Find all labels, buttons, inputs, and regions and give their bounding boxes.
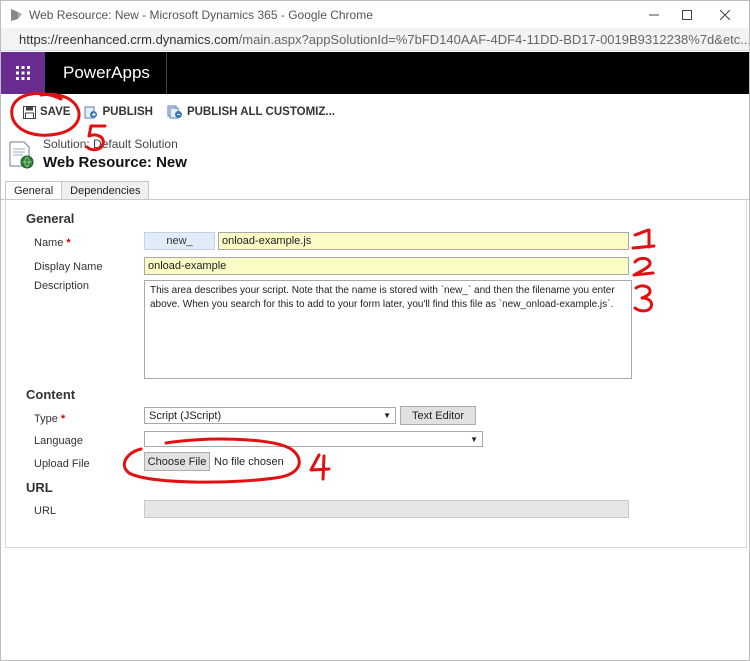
- required-marker: *: [66, 237, 71, 249]
- choose-file-button[interactable]: Choose File: [144, 452, 210, 471]
- display-name-label: Display Name: [34, 261, 103, 273]
- web-resource-document-icon: [9, 141, 34, 169]
- window-titlebar: Web Resource: New - Microsoft Dynamics 3…: [1, 1, 749, 28]
- record-header: Solution: Default Solution Web Resource:…: [7, 134, 407, 174]
- publish-label: PUBLISH: [102, 106, 153, 118]
- save-button[interactable]: SAVE: [23, 100, 70, 124]
- publish-all-icon: [167, 105, 182, 119]
- dropdown-arrow-icon: ▼: [470, 434, 478, 444]
- window-title: Web Resource: New - Microsoft Dynamics 3…: [29, 7, 373, 22]
- display-name-input[interactable]: onload-example: [144, 257, 629, 275]
- app-brand[interactable]: PowerApps: [45, 52, 167, 94]
- text-editor-button[interactable]: Text Editor: [400, 406, 476, 425]
- publish-all-customizations-button[interactable]: PUBLISH ALL CUSTOMIZ...: [167, 100, 335, 124]
- solution-label: Solution: Default Solution: [43, 137, 178, 151]
- publish-all-label: PUBLISH ALL CUSTOMIZ...: [186, 106, 335, 118]
- floppy-disk-icon: [23, 105, 36, 119]
- page-title: Web Resource: New: [43, 154, 187, 171]
- url-label: URL: [34, 505, 57, 517]
- name-label-text: Name: [34, 237, 64, 249]
- description-textarea[interactable]: This area describes your script. Note th…: [144, 280, 632, 379]
- tab-general[interactable]: General: [5, 181, 63, 200]
- maximize-icon[interactable]: [668, 1, 706, 28]
- language-label: Language: [34, 435, 83, 447]
- section-general-heading: General: [26, 211, 75, 226]
- address-url[interactable]: https://reenhanced.crm.dynamics.com/main…: [19, 31, 750, 47]
- description-label: Description: [34, 280, 90, 292]
- command-bar: SAVE PUBLISH PUBLISH ALL CUSTOMIZ...: [1, 94, 749, 130]
- type-label: Type *: [34, 413, 65, 425]
- tab-dependencies[interactable]: Dependencies: [61, 181, 150, 200]
- address-bar[interactable]: https://reenhanced.crm.dynamics.com/main…: [1, 28, 750, 51]
- upload-file-label: Upload File: [34, 458, 90, 470]
- language-select[interactable]: ▼: [144, 431, 483, 447]
- name-prefix: new_: [144, 232, 215, 250]
- top-navigation-bar: PowerApps: [1, 52, 749, 94]
- type-select[interactable]: Script (JScript) ▼: [144, 407, 396, 424]
- url-readonly-field: [144, 500, 629, 518]
- name-label: Name *: [34, 237, 71, 249]
- section-content-heading: Content: [26, 387, 76, 402]
- publish-button[interactable]: PUBLISH: [84, 100, 153, 124]
- close-icon[interactable]: [706, 1, 744, 28]
- save-label: SAVE: [40, 106, 71, 118]
- type-label-text: Type: [34, 413, 58, 425]
- no-file-chosen-text: No file chosen: [214, 456, 284, 468]
- publish-icon: [84, 106, 98, 119]
- type-select-value: Script (JScript): [149, 409, 222, 422]
- browser-window: Web Resource: New - Microsoft Dynamics 3…: [0, 0, 750, 661]
- dynamics-favicon-icon: [11, 8, 22, 21]
- form-tabs: General Dependencies: [5, 181, 150, 200]
- section-url-heading: URL: [26, 480, 53, 495]
- app-launcher-icon[interactable]: [1, 52, 45, 94]
- name-input[interactable]: onload-example.js: [218, 232, 629, 250]
- required-marker: *: [60, 413, 66, 425]
- dropdown-arrow-icon: ▼: [383, 411, 391, 420]
- url-path: /main.aspx?appSolutionId=%7bFD140AAF-4DF…: [238, 31, 750, 47]
- url-host: https://reenhanced.crm.dynamics.com: [19, 31, 239, 47]
